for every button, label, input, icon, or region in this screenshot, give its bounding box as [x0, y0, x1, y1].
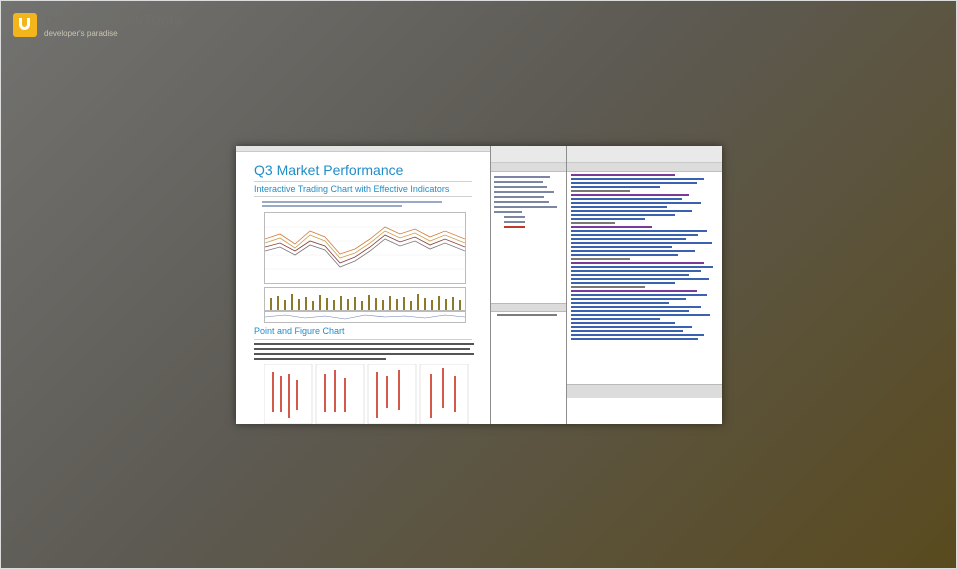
source-code[interactable] [571, 174, 719, 342]
pf-description-paragraph [254, 343, 474, 363]
navigator-tab[interactable] [491, 163, 567, 172]
pf-chart-heading: Point and Figure Chart [254, 326, 345, 336]
outline-tab[interactable] [491, 303, 567, 312]
outline-item[interactable] [497, 314, 557, 316]
navigator-toolbar[interactable] [491, 146, 567, 163]
project-navigator-pane [490, 146, 567, 424]
console-tab-bar[interactable] [567, 384, 722, 399]
site-logo[interactable]: DownloadDevTools developer's paradise [13, 13, 182, 39]
document-subheading: Interactive Trading Chart with Effective… [254, 184, 450, 194]
pf-heading-rule [254, 339, 472, 340]
preview-title-bar [236, 146, 490, 152]
application-screenshot: Q3 Market Performance Interactive Tradin… [236, 146, 722, 424]
document-preview-pane: Q3 Market Performance Interactive Tradin… [236, 146, 490, 424]
logo-icon [13, 13, 37, 37]
heading-rule [254, 181, 472, 182]
subheading-rule [254, 196, 472, 197]
point-figure-charts [264, 364, 469, 424]
code-editor-pane [566, 146, 722, 424]
volume-bar-chart [264, 287, 466, 311]
code-snippet [262, 201, 462, 210]
logo-text: DownloadDevTools developer's paradise [44, 13, 182, 39]
logo-title: DownloadDevTools [44, 12, 183, 29]
editor-tab[interactable] [567, 163, 722, 172]
console-panel [567, 398, 722, 424]
price-line-chart [264, 212, 466, 284]
document-heading: Q3 Market Performance [254, 162, 404, 178]
editor-toolbar[interactable] [567, 146, 722, 163]
indicator-chart [264, 311, 466, 323]
project-tree[interactable] [494, 176, 564, 231]
logo-subtitle: developer's paradise [44, 29, 118, 38]
